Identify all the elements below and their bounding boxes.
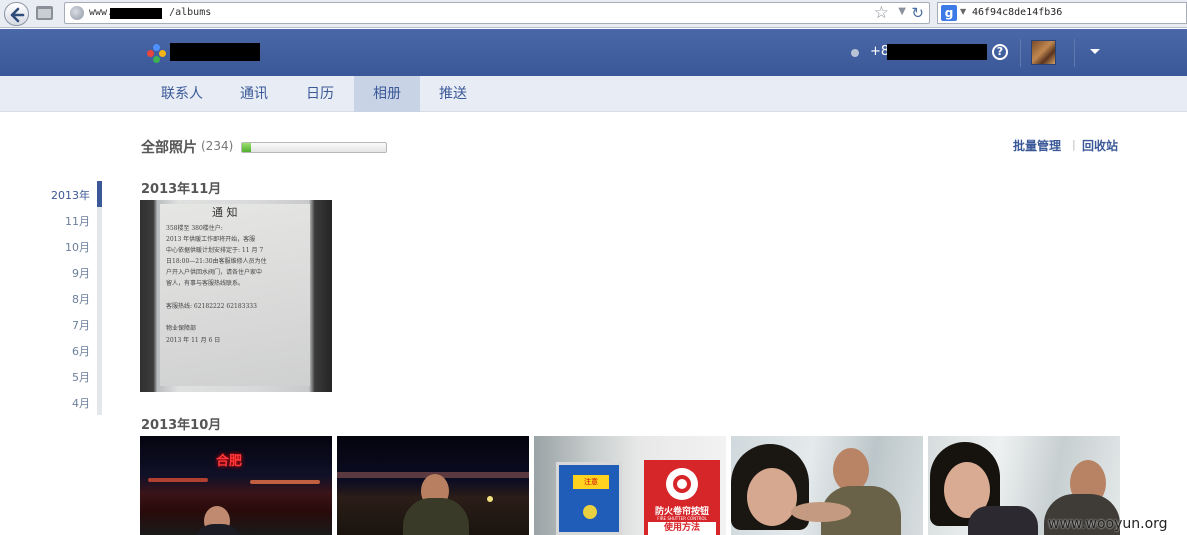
reload-icon[interactable]: ↻	[911, 4, 924, 22]
tab-calendar[interactable]: 日历	[288, 76, 352, 112]
timeline-month-8[interactable]: 8月	[40, 285, 102, 311]
timeline-month-5[interactable]: 5月	[40, 363, 102, 389]
logo-icon[interactable]	[147, 44, 167, 64]
search-input[interactable]: g ▼ 46f94c8de14fb36	[937, 2, 1187, 24]
page-title: 全部照片	[141, 140, 197, 156]
photo-thumbnail[interactable]: 通 知 358楼至 380楼住户: 2013 年供暖工作即将开始，客服 中心依据…	[140, 200, 332, 392]
address-bar[interactable]: www./albums ☆ ▼ ↻	[64, 2, 930, 24]
section-heading-2013-11: 2013年11月	[141, 182, 222, 197]
main-tab-bar: 联系人 通讯 日历 相册 推送	[0, 76, 1187, 112]
search-value: 46f94c8de14fb36	[972, 7, 1063, 18]
url-redaction	[110, 8, 162, 19]
header-divider	[1074, 39, 1075, 67]
batch-manage-link[interactable]: 批量管理	[1013, 137, 1061, 154]
photo-thumbnail[interactable]: 注意 防火卷帘按钮 FIRE SHUTTER CONTROL 使用方法	[534, 436, 726, 535]
google-icon[interactable]: g	[941, 5, 957, 21]
chevron-down-icon[interactable]: ▼	[960, 7, 966, 16]
section-heading-2013-10: 2013年10月	[141, 418, 222, 433]
timeline-month-10[interactable]: 10月	[40, 233, 102, 259]
tab-messages[interactable]: 通讯	[222, 76, 286, 112]
tab-contacts[interactable]: 联系人	[146, 76, 218, 112]
account-menu-caret-icon[interactable]	[1090, 49, 1100, 54]
storage-progress-bar	[241, 142, 387, 153]
logo-redaction	[170, 43, 260, 61]
photo-thumbnail[interactable]: 合肥	[140, 436, 332, 535]
header-divider	[1020, 39, 1021, 67]
timeline-month-7[interactable]: 7月	[40, 311, 102, 337]
link-separator: |	[1072, 138, 1076, 151]
photo-thumbnail[interactable]	[337, 436, 529, 535]
notice-paper: 通 知 358楼至 380楼住户: 2013 年供暖工作即将开始，客服 中心依据…	[160, 204, 310, 386]
status-indicator	[851, 49, 859, 57]
tab-push[interactable]: 推送	[420, 76, 486, 112]
site-header: +8 ?	[0, 29, 1187, 76]
chevron-down-icon[interactable]: ▼	[898, 6, 906, 17]
timeline-year-2013[interactable]: 2013年	[40, 181, 102, 207]
watermark: www.wooyun.org	[1048, 516, 1168, 532]
browser-toolbar: www./albums ☆ ▼ ↻ g ▼ 46f94c8de14fb36	[0, 0, 1187, 28]
timeline-month-4[interactable]: 4月	[40, 389, 102, 415]
phone-redaction	[887, 44, 987, 60]
avatar[interactable]	[1031, 40, 1056, 65]
tab-albums[interactable]: 相册	[354, 76, 420, 112]
timeline-month-9[interactable]: 9月	[40, 259, 102, 285]
help-icon[interactable]: ?	[992, 44, 1008, 60]
back-button[interactable]	[4, 2, 29, 26]
globe-icon	[70, 6, 84, 20]
bookmark-star-icon[interactable]: ☆	[874, 4, 889, 22]
page-icon[interactable]	[36, 6, 53, 20]
photo-thumbnail[interactable]	[731, 436, 923, 535]
arrow-left-icon	[10, 7, 25, 23]
photo-count: (234)	[201, 139, 234, 153]
recycle-bin-link[interactable]: 回收站	[1082, 137, 1118, 154]
timeline-month-6[interactable]: 6月	[40, 337, 102, 363]
timeline-month-11[interactable]: 11月	[40, 207, 102, 233]
storage-progress-fill	[242, 143, 251, 152]
